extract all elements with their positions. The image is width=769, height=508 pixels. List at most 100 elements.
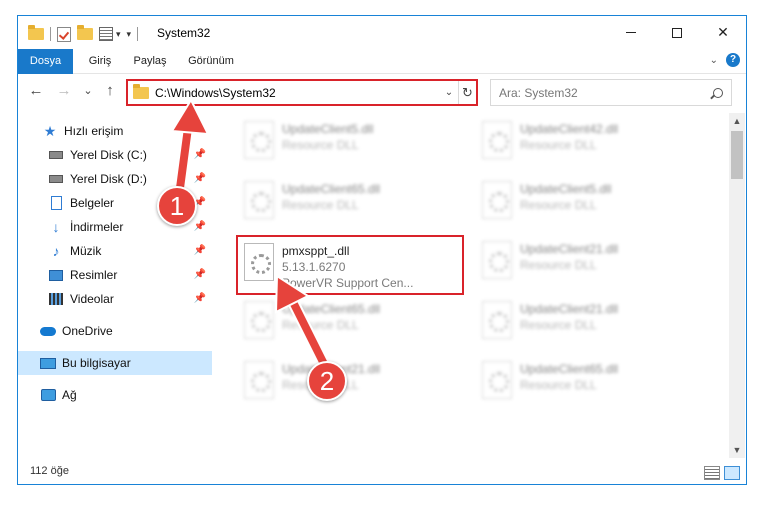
sidebar-item-pictures[interactable]: Resimler 📌: [18, 263, 212, 287]
navigation-pane: ★ Hızlı erişim Yerel Disk (C:) 📌 Yerel D…: [18, 113, 212, 458]
file-version: 5.13.1.6270: [282, 260, 346, 274]
address-text[interactable]: C:\Windows\System32: [155, 86, 440, 100]
file-name: UpdateClient65.dll: [520, 362, 619, 376]
window-controls: ✕: [608, 16, 746, 49]
file-item[interactable]: UpdateClient21.dllResource DLL: [476, 235, 704, 291]
pin-icon: 📌: [193, 149, 206, 160]
close-button[interactable]: ✕: [700, 16, 746, 49]
dll-file-icon: [482, 121, 512, 159]
tab-file[interactable]: Dosya: [18, 49, 73, 74]
maximize-icon: [672, 27, 682, 38]
highlighted-file-item[interactable]: pmxsppt_.dll 5.13.1.6270 PowerVR Support…: [236, 235, 464, 295]
file-item[interactable]: UpdateClient21.dll Resource DLL: [476, 295, 704, 351]
navigation-bar: ← → ⌄ ↑ C:\Windows\System32 ⌄ ↻ Ara: Sys…: [18, 75, 746, 109]
search-input[interactable]: Ara: System32: [499, 86, 713, 100]
pin-icon: 📌: [193, 269, 206, 280]
back-button[interactable]: ←: [28, 82, 44, 100]
minimize-button[interactable]: [608, 16, 654, 49]
dll-file-icon: [244, 243, 274, 281]
music-icon: ♪: [52, 243, 60, 259]
step-badge-2: 2: [307, 361, 347, 401]
file-description: Resource DLL: [520, 138, 597, 152]
sidebar-item-label: Ağ: [62, 388, 77, 402]
customize-toolbar-icon[interactable]: [99, 27, 113, 41]
sidebar-item-music[interactable]: ♪ Müzik 📌: [18, 239, 212, 263]
toolbar-separator: [50, 27, 51, 41]
file-description: PowerVR Support Cen...: [282, 276, 414, 290]
sidebar-item-onedrive[interactable]: OneDrive: [18, 319, 212, 343]
drive-icon: [49, 175, 63, 183]
computer-icon: [40, 357, 56, 369]
properties-check-icon[interactable]: [57, 26, 71, 42]
chevron-down-icon[interactable]: ▾: [116, 29, 121, 40]
file-name: UpdateClient65.dll: [282, 182, 381, 196]
drive-icon: [49, 151, 63, 159]
document-icon: [50, 196, 62, 210]
sidebar-item-videos[interactable]: Videolar 📌: [18, 287, 212, 311]
minimize-icon: [626, 32, 636, 33]
sidebar-item-label: OneDrive: [62, 324, 113, 338]
file-name: UpdateClient42.dll: [520, 122, 619, 136]
dll-file-icon: [244, 301, 274, 339]
file-item[interactable]: UpdateClient42.dll Resource DLL: [476, 115, 704, 171]
sidebar-item-label: Yerel Disk (C:): [70, 148, 147, 162]
file-item[interactable]: UpdateClient5.dll Resource DLL: [238, 115, 466, 171]
new-folder-icon[interactable]: [77, 25, 93, 40]
window-title: System32: [157, 26, 211, 40]
search-icon[interactable]: [713, 87, 723, 98]
pictures-icon: [49, 269, 63, 281]
address-dropdown-icon[interactable]: ⌄: [440, 87, 458, 98]
dll-file-icon: [482, 181, 512, 219]
recent-locations-button[interactable]: ⌄: [80, 82, 96, 100]
sidebar-item-quick-access[interactable]: ★ Hızlı erişim: [18, 119, 212, 143]
dll-file-icon: [244, 181, 274, 219]
details-view-icon[interactable]: [704, 466, 720, 480]
step-badge-1: 1: [157, 186, 197, 226]
sidebar-item-this-pc[interactable]: Bu bilgisayar: [18, 351, 212, 375]
sidebar-item-label: İndirmeler: [70, 220, 124, 234]
file-description: Resource DLL: [520, 198, 597, 212]
title-bar: ▾ ▾ System32 ✕: [18, 16, 746, 49]
folder-icon: [133, 83, 149, 99]
file-item[interactable]: UpdateClient21.dllResource DLL: [238, 355, 466, 411]
tab-home[interactable]: Giriş: [80, 49, 120, 74]
tab-view[interactable]: Görünüm: [180, 49, 242, 74]
file-name: UpdateClient21.dll: [520, 302, 619, 316]
maximize-button[interactable]: [654, 16, 700, 49]
download-icon: ↓: [52, 219, 60, 235]
quick-access-toolbar: ▾ ▾: [28, 25, 144, 43]
file-item[interactable]: UpdateClient65.dll Resource DLL: [476, 355, 704, 411]
dll-file-icon: [482, 301, 512, 339]
file-description: Resource DLL: [520, 318, 597, 332]
scrollbar-thumb[interactable]: [731, 131, 743, 179]
file-description: Resource DLL: [520, 258, 597, 272]
file-list: UpdateClient5.dll Resource DLL UpdateClie…: [228, 113, 726, 458]
up-button[interactable]: ↑: [102, 82, 118, 100]
tab-share[interactable]: Paylaş: [126, 49, 174, 74]
file-description: Resource DLL: [282, 198, 359, 212]
cloud-icon: [40, 326, 56, 336]
close-icon: ✕: [717, 24, 729, 40]
dll-file-icon: [244, 121, 274, 159]
pin-icon: 📌: [193, 245, 206, 256]
file-item[interactable]: UpdateClient5.dll Resource DLL: [476, 175, 704, 231]
forward-button[interactable]: →: [56, 82, 72, 100]
scroll-down-icon[interactable]: ▼: [729, 442, 745, 458]
file-item[interactable]: UpdateClient65.dll Resource DLL: [238, 175, 466, 231]
sidebar-item-label: Yerel Disk (D:): [70, 172, 147, 186]
help-icon[interactable]: ?: [726, 53, 740, 67]
toolbar-separator: [137, 27, 139, 41]
sidebar-item-local-disk-c[interactable]: Yerel Disk (C:) 📌: [18, 143, 212, 167]
sidebar-item-network[interactable]: Ağ: [18, 383, 212, 407]
address-bar[interactable]: C:\Windows\System32 ⌄ ↻: [126, 79, 478, 106]
search-box[interactable]: Ara: System32: [490, 79, 732, 106]
dropdown-arrow-icon[interactable]: ▾: [127, 29, 132, 40]
file-item[interactable]: UpdateClient65.dll Resource DLL: [238, 295, 466, 351]
sidebar-item-label: Bu bilgisayar: [62, 356, 131, 370]
dll-file-icon: [482, 361, 512, 399]
expand-ribbon-icon[interactable]: ⌄: [710, 55, 718, 66]
tiles-view-icon[interactable]: [724, 466, 740, 480]
vertical-scrollbar[interactable]: ▲ ▼: [729, 113, 745, 458]
refresh-icon[interactable]: ↻: [458, 81, 476, 104]
scroll-up-icon[interactable]: ▲: [729, 113, 745, 129]
